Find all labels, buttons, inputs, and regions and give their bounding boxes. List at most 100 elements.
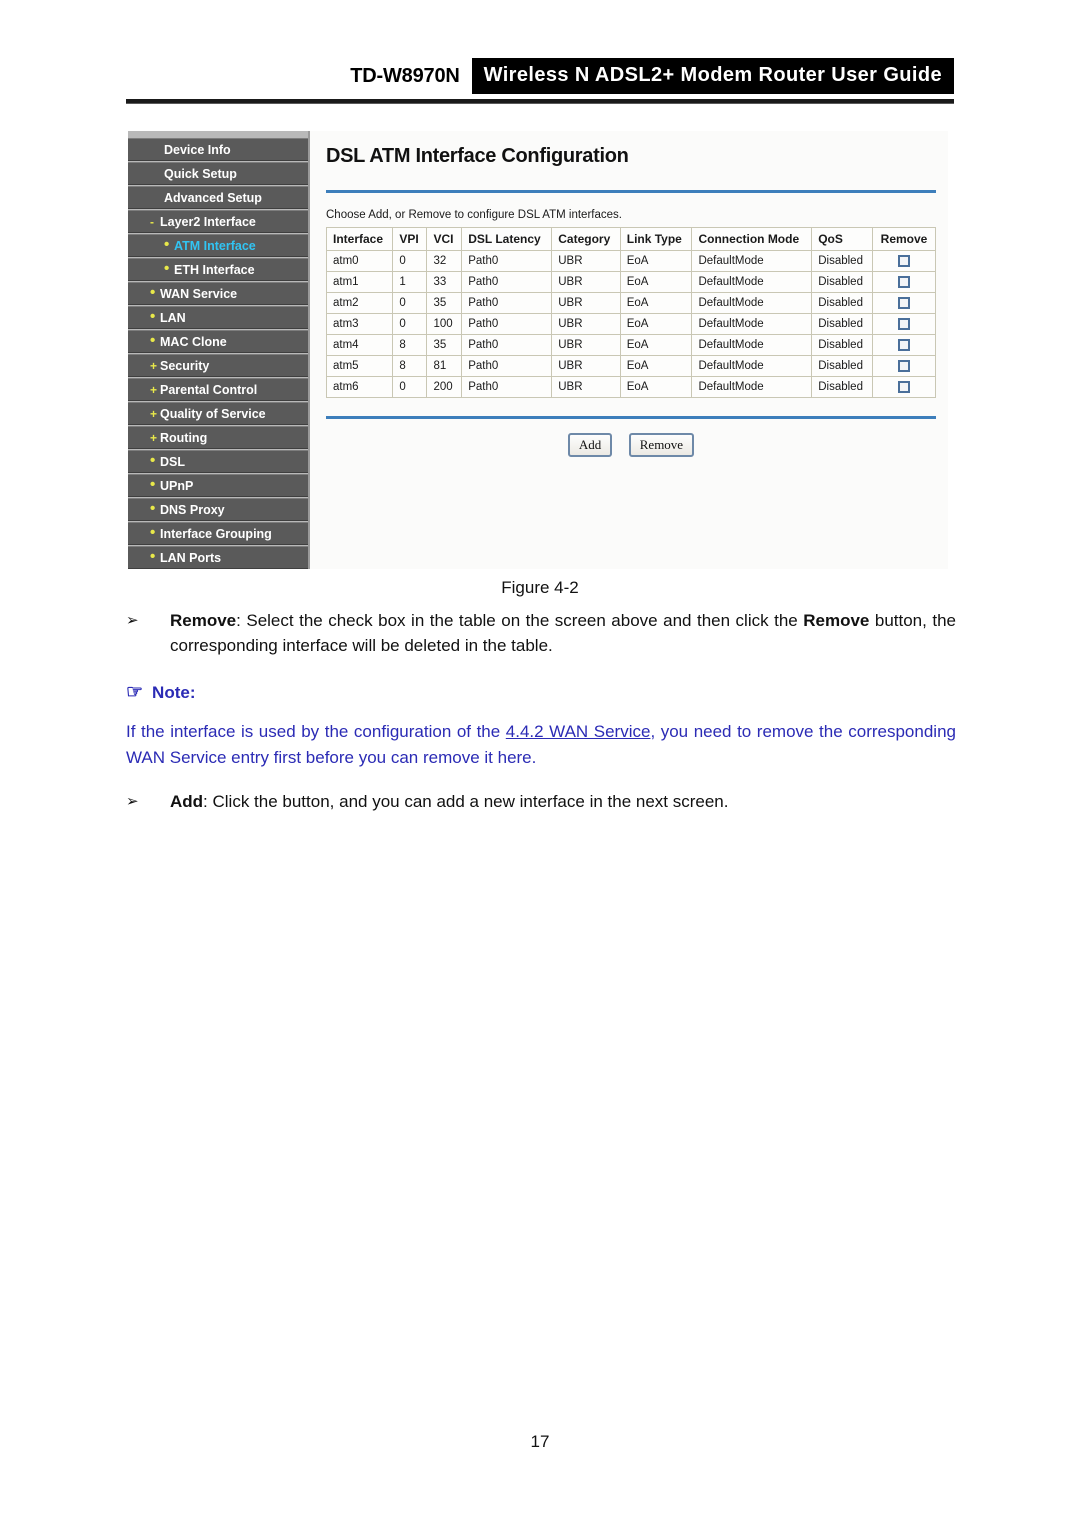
panel-description: Choose Add, or Remove to configure DSL A… <box>326 209 622 221</box>
bullet-dot-icon: • <box>150 332 156 349</box>
sidebar-item-label: ATM Interface <box>174 239 256 253</box>
cell-qos: Disabled <box>811 376 874 399</box>
cell-qos: Disabled <box>811 249 874 273</box>
bullet-item-add: ➢ Add: Click the button, and you can add… <box>126 789 956 814</box>
table-row: atm1 1 33 Path0 UBR EoA DefaultMode Disabled <box>325 271 936 294</box>
table-row: atm0 0 32 Path0 UBR EoA DefaultMode Disabled <box>325 249 936 273</box>
remove-bold-word: Remove <box>803 611 870 630</box>
remove-checkbox[interactable] <box>898 360 911 373</box>
sidebar-item-quick-setup[interactable]: Quick Setup <box>128 162 308 185</box>
column-header-vci: VCI <box>426 227 463 251</box>
bullet-dot-icon: • <box>150 452 156 469</box>
cell-interface: atm6 <box>325 376 394 399</box>
column-header-vpi: VPI <box>392 227 428 251</box>
sidebar-item-upnp[interactable]: • UPnP <box>128 474 308 497</box>
cell-latency: Path0 <box>461 292 553 315</box>
cell-category: UBR <box>551 376 621 399</box>
table-row: atm3 0 100 Path0 UBR EoA DefaultMode Disabled <box>325 313 936 336</box>
remove-checkbox[interactable] <box>898 297 911 310</box>
sidebar-item-quality-of-service[interactable]: + Quality of Service <box>128 402 308 425</box>
sidebar-item-routing[interactable]: + Routing <box>128 426 308 449</box>
sidebar-item-device-info[interactable]: Device Info <box>128 138 308 161</box>
cell-latency: Path0 <box>461 313 553 336</box>
sidebar-item-mac-clone[interactable]: • MAC Clone <box>128 330 308 353</box>
sidebar-item-dsl[interactable]: • DSL <box>128 450 308 473</box>
cell-latency: Path0 <box>461 271 553 294</box>
cell-link-type: EoA <box>619 313 693 336</box>
page-title: DSL ATM Interface Configuration <box>326 145 629 167</box>
sidebar-item-dns-proxy[interactable]: • DNS Proxy <box>128 498 308 521</box>
title-divider <box>326 190 936 193</box>
sidebar-item-wan-service[interactable]: • WAN Service <box>128 282 308 305</box>
remove-checkbox[interactable] <box>898 276 911 289</box>
atm-interface-table: Interface VPI VCI DSL Latency Category Link T… <box>325 227 936 399</box>
bullet-dot-icon: • <box>164 236 170 253</box>
note-heading-label: Note: <box>152 683 196 702</box>
sidebar-item-label: Layer2 Interface <box>160 215 256 229</box>
add-button[interactable]: Add <box>567 433 613 458</box>
sidebar-item-label: Device Info <box>164 143 231 157</box>
sidebar-item-lan-ports[interactable]: • LAN Ports <box>128 546 308 569</box>
sidebar-item-advanced-setup[interactable]: Advanced Setup <box>128 186 308 209</box>
expand-plus-icon: + <box>150 431 158 445</box>
cell-connection-mode: DefaultMode <box>691 271 813 294</box>
cell-qos: Disabled <box>811 313 874 336</box>
expand-plus-icon: + <box>150 359 158 373</box>
sidebar-item-security[interactable]: + Security <box>128 354 308 377</box>
sidebar-item-atm-interface[interactable]: • ATM Interface <box>128 234 308 257</box>
cell-remove <box>872 313 936 336</box>
cell-qos: Disabled <box>811 334 874 357</box>
table-row: atm6 0 200 Path0 UBR EoA DefaultMode Disabled <box>325 376 936 399</box>
cell-latency: Path0 <box>461 334 553 357</box>
bullet-dot-icon: • <box>150 548 156 565</box>
sidebar-item-interface-grouping[interactable]: • Interface Grouping <box>128 522 308 545</box>
sidebar-item-eth-interface[interactable]: • ETH Interface <box>128 258 308 281</box>
cell-remove <box>872 355 936 378</box>
cell-latency: Path0 <box>461 376 553 399</box>
column-header-remove: Remove <box>872 227 936 251</box>
cell-remove <box>872 271 936 294</box>
column-header-qos: QoS <box>811 227 874 251</box>
router-ui-screenshot: Device Info Quick Setup Advanced Setup - Lay… <box>128 131 948 569</box>
wan-service-link[interactable]: 4.4.2 WAN Service <box>506 722 651 741</box>
remove-checkbox[interactable] <box>898 255 911 267</box>
cell-category: UBR <box>551 271 621 294</box>
sidebar-item-parental-control[interactable]: + Parental Control <box>128 378 308 401</box>
table-action-buttons: Add Remove <box>326 433 936 458</box>
sidebar-item-label: MAC Clone <box>160 335 227 349</box>
cell-link-type: EoA <box>619 292 693 315</box>
bullet-dot-icon: • <box>150 500 156 517</box>
cell-vpi: 0 <box>392 292 428 315</box>
cell-connection-mode: DefaultMode <box>691 334 813 357</box>
table-row: atm5 8 81 Path0 UBR EoA DefaultMode Disabled <box>325 355 936 378</box>
cell-remove <box>872 292 936 315</box>
cell-vci: 81 <box>426 355 463 378</box>
cell-category: UBR <box>551 334 621 357</box>
cell-category: UBR <box>551 355 621 378</box>
sidebar-item-layer2-interface[interactable]: - Layer2 Interface <box>128 210 308 233</box>
bullet-marker-icon-add: ➢ <box>126 793 139 810</box>
term-remove: Remove <box>170 611 237 630</box>
remove-button[interactable]: Remove <box>628 433 695 458</box>
column-header-category: Category <box>551 227 621 251</box>
note-heading: ☞ Note: <box>126 680 956 705</box>
cell-vci: 32 <box>426 249 463 273</box>
remove-checkbox[interactable] <box>898 381 911 394</box>
sidebar-item-label: Security <box>160 359 210 373</box>
figure-caption: Figure 4-2 <box>501 578 579 597</box>
sidebar-item-label: Quick Setup <box>164 167 237 181</box>
sidebar-item-label: Interface Grouping <box>160 527 272 541</box>
cell-latency: Path0 <box>461 355 553 378</box>
cell-qos: Disabled <box>811 271 874 294</box>
cell-vci: 35 <box>426 292 463 315</box>
cell-vpi: 1 <box>392 271 428 294</box>
bullet-text-add: Add: Click the button, and you can add a… <box>170 789 956 814</box>
remove-checkbox[interactable] <box>898 318 911 331</box>
remove-checkbox[interactable] <box>898 339 911 352</box>
bullet-marker-icon: ➢ <box>126 612 139 629</box>
expand-plus-icon: + <box>150 407 158 421</box>
cell-qos: Disabled <box>811 355 874 378</box>
cell-vpi: 0 <box>392 376 428 399</box>
bullet-item-remove: ➢ Remove: Select the check box in the ta… <box>126 608 956 658</box>
sidebar-item-lan[interactable]: • LAN <box>128 306 308 329</box>
